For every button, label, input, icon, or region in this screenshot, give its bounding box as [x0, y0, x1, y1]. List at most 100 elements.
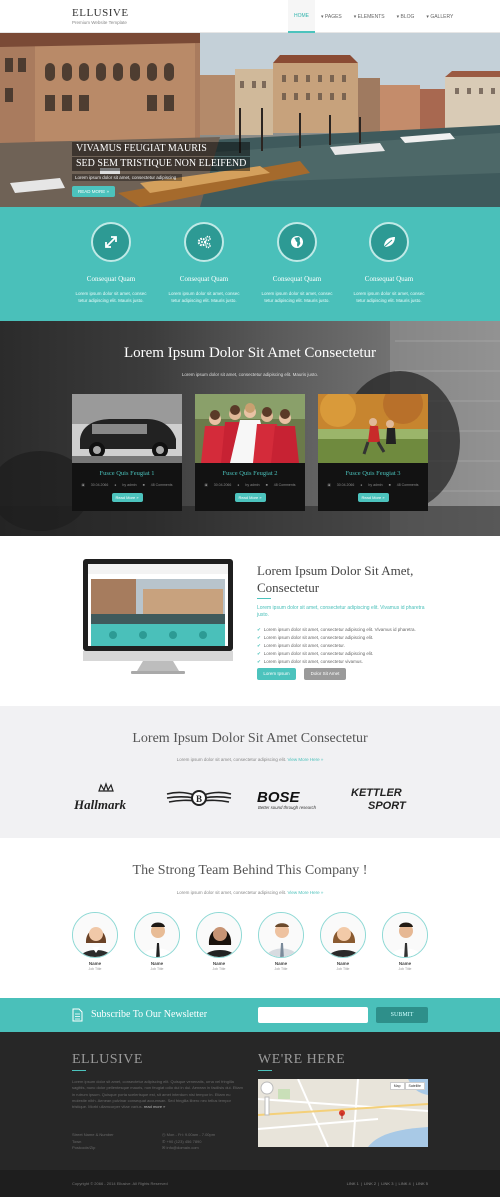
main-nav: HOME ▾ PAGES ▾ ELEMENTS ▾ BLOG ▾ GALLERY: [288, 0, 459, 33]
newsletter-submit-button[interactable]: SUBMIT: [376, 1007, 428, 1023]
about-secondary-button[interactable]: Dolor Sit Amet: [304, 668, 346, 680]
feature-text: Lorem ipsum dolor sit amet, consec tetur…: [168, 291, 240, 303]
member-role: Job Title: [212, 967, 226, 971]
member-name: Name: [212, 961, 226, 966]
contact-email[interactable]: ✉ info@domain.com: [162, 1145, 215, 1152]
hallmark-logo[interactable]: Hallmark: [73, 782, 139, 814]
blog-card-comments[interactable]: 48 Comments: [274, 483, 296, 487]
map-type-toggle: Map Satellite: [389, 1082, 425, 1090]
map-type-map-button[interactable]: Map: [389, 1082, 405, 1090]
blog-card: Fusce Quis Feugiat 1 ▣ 30.04.2066 ● by adm…: [72, 394, 182, 511]
avatar: [72, 912, 118, 958]
hero-slider[interactable]: VIVAMUS FEUGIAT MAURIS SED SEM TRISTIQUE…: [0, 33, 500, 207]
view-more-link[interactable]: View More Here »: [287, 757, 323, 762]
footer-link[interactable]: LINK 2: [364, 1181, 376, 1186]
title-divider: [257, 598, 271, 599]
blog-card-image[interactable]: [318, 394, 428, 463]
blog-section-subtitle: Lorem ipsum dolor sit amet, consectetur …: [181, 372, 319, 377]
svg-text:Better sound through research: Better sound through research: [258, 805, 317, 810]
hero-read-more-button[interactable]: READ MORE »: [72, 186, 116, 197]
team-member[interactable]: Name Job Title: [320, 912, 366, 971]
avatar: [320, 912, 366, 958]
address-line: Street Name & Number: [72, 1132, 114, 1137]
comment-icon: ■: [388, 483, 391, 487]
blog-card-image[interactable]: [195, 394, 305, 463]
blog-card-read-more-button[interactable]: Read More »: [111, 493, 143, 502]
footer-link[interactable]: LINK 5: [416, 1181, 428, 1186]
footer-link[interactable]: LINK 1: [347, 1181, 359, 1186]
nav-gallery[interactable]: ▾ GALLERY: [420, 0, 459, 33]
footer-link[interactable]: LINK 3: [381, 1181, 393, 1186]
feature-text: Lorem ipsum dolor sit amet, consec tetur…: [261, 291, 333, 303]
bentley-logo[interactable]: B: [164, 785, 234, 811]
nav-home[interactable]: HOME: [288, 0, 315, 33]
about-primary-button[interactable]: Lorem Ipsum: [257, 668, 296, 680]
feature-icon-circle[interactable]: [277, 222, 317, 262]
nav-blog[interactable]: ▾ BLOG: [391, 0, 421, 33]
blog-card-title[interactable]: Fusce Quis Feugiat 3: [318, 470, 428, 477]
bose-logo[interactable]: BOSE Better sound through research: [256, 786, 328, 812]
blog-section-title: Lorem Ipsum Dolor Sit Amet Consectetur: [123, 345, 377, 361]
team-member[interactable]: Name Job Title: [258, 912, 304, 971]
avatar: [258, 912, 304, 958]
user-icon: ●: [360, 483, 363, 487]
feature-text: Lorem ipsum dolor sit amet, consec tetur…: [353, 291, 425, 303]
about-section: Lorem Ipsum Dolor Sit Amet, Consectetur …: [0, 536, 500, 706]
logo-subtitle: Premium Website Template: [72, 20, 127, 25]
expand-arrows-icon: [105, 236, 117, 248]
clients-title: Lorem Ipsum Dolor Sit Amet Consectetur: [132, 731, 368, 746]
feature-item: Consequat Quam Lorem ipsum dolor sit ame…: [164, 222, 244, 304]
blog-card-image[interactable]: [72, 394, 182, 463]
map-type-satellite-button[interactable]: Satellite: [404, 1082, 425, 1090]
team-member[interactable]: Name Job Title: [134, 912, 180, 971]
feature-title: Consequat Quam: [364, 275, 414, 283]
separator: |: [360, 1181, 362, 1186]
blog-card-comments[interactable]: 48 Comments: [397, 483, 419, 487]
svg-text:Hallmark: Hallmark: [73, 797, 127, 812]
read-more-link[interactable]: read more »: [144, 1104, 166, 1109]
team-member[interactable]: Name Job Title: [382, 912, 428, 971]
nav-pages[interactable]: ▾ PAGES: [315, 0, 348, 33]
footer-about-title: ELLUSIVE: [72, 1052, 143, 1067]
separator: |: [412, 1181, 414, 1186]
newsletter-bar: Subscribe To Our Newsletter SUBMIT: [0, 998, 500, 1032]
title-divider: [258, 1070, 272, 1071]
calendar-icon: ▣: [327, 483, 331, 487]
view-more-link[interactable]: View More Here »: [287, 890, 323, 895]
clients-section: Lorem Ipsum Dolor Sit Amet Consectetur L…: [0, 706, 500, 838]
svg-text:KETTLER: KETTLER: [351, 787, 402, 799]
team-member[interactable]: Name Job Title: [196, 912, 242, 971]
blog-card-title[interactable]: Fusce Quis Feugiat 2: [195, 470, 305, 477]
user-icon: ●: [114, 483, 117, 487]
location-map[interactable]: Map Satellite: [258, 1079, 428, 1147]
blog-card-author[interactable]: by admin: [368, 483, 382, 487]
hero-title-line2: SED SEM TRISTIQUE NON ELEIFEND: [72, 157, 251, 171]
about-checklist: ✔ Lorem ipsum dolor sit amet, consectetur…: [257, 626, 416, 666]
blog-card-meta: ▣ 30.04.2066 ● by admin ■ 48 Comments: [195, 483, 305, 487]
blog-card-read-more-button[interactable]: Read More »: [234, 493, 266, 502]
newsletter-title: Subscribe To Our Newsletter: [91, 1009, 208, 1020]
blog-card-author[interactable]: by admin: [245, 483, 259, 487]
calendar-icon: ▣: [81, 483, 85, 487]
feature-icon-circle[interactable]: [369, 222, 409, 262]
blog-card-title[interactable]: Fusce Quis Feugiat 1: [72, 470, 182, 477]
member-role: Job Title: [398, 967, 412, 971]
blog-section: Lorem Ipsum Dolor Sit Amet Consectetur L…: [0, 321, 500, 536]
team-member[interactable]: Name Job Title: [72, 912, 118, 971]
kettler-sport-logo[interactable]: KETTLER SPORT: [350, 784, 420, 814]
copyright-text: Copyright © 2066 - 2014 Ellusive. All Ri…: [72, 1181, 168, 1186]
feature-icon-circle[interactable]: [184, 222, 224, 262]
blog-card-comments[interactable]: 48 Comments: [151, 483, 173, 487]
globe-icon: [291, 236, 303, 248]
footer-link[interactable]: LINK 4: [398, 1181, 410, 1186]
blog-card-date: 30.04.2066: [336, 483, 355, 487]
logo[interactable]: ELLUSIVE Premium Website Template: [72, 7, 129, 25]
member-role: Job Title: [274, 967, 288, 971]
feature-icon-circle[interactable]: [91, 222, 131, 262]
nav-elements[interactable]: ▾ ELEMENTS: [348, 0, 391, 33]
blog-card-author[interactable]: by admin: [122, 483, 136, 487]
gears-icon: [197, 235, 211, 249]
blog-card-read-more-button[interactable]: Read More »: [357, 493, 389, 502]
avatar: [196, 912, 242, 958]
newsletter-email-input[interactable]: [258, 1007, 368, 1023]
